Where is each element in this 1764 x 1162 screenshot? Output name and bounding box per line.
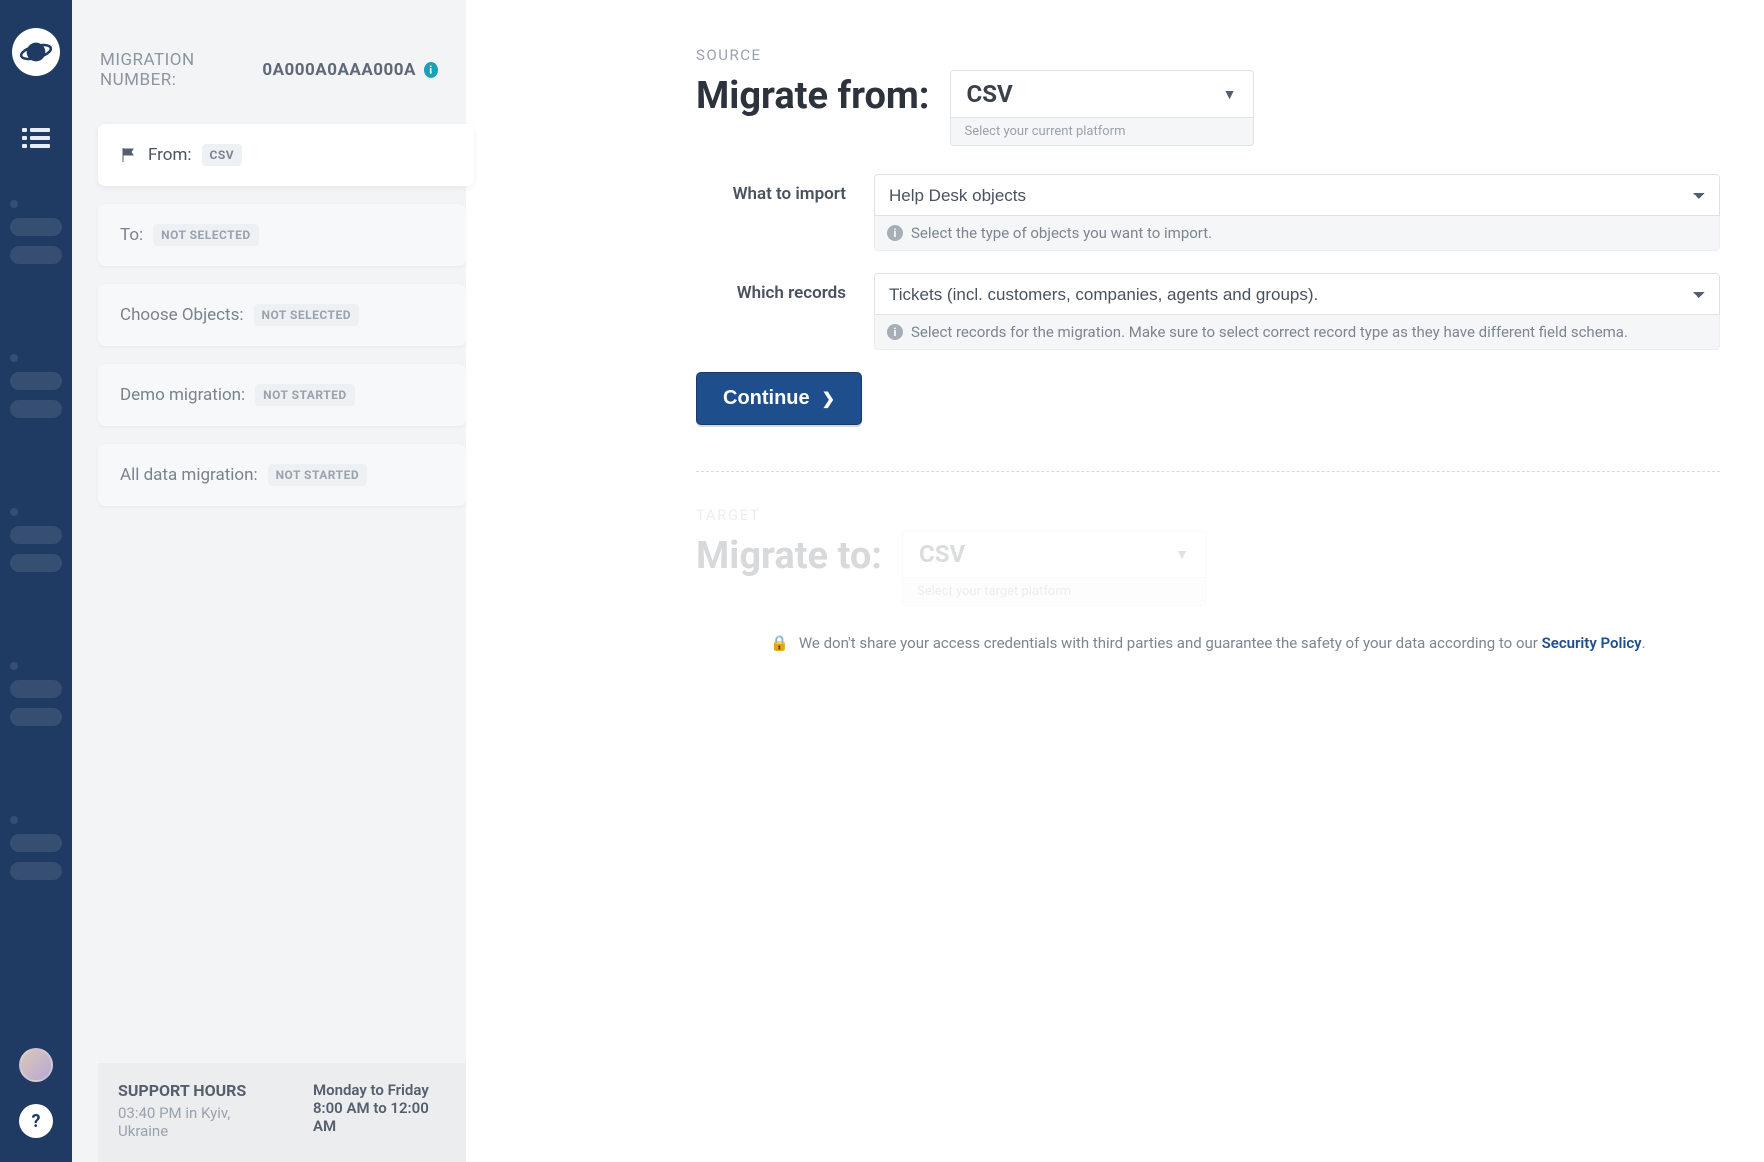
platform-dropdown[interactable]: CSV ▼ [950,70,1254,118]
platform-hint: Select your current platform [950,118,1254,146]
step-to[interactable]: To: NOT SELECTED [98,204,466,266]
step-label: All data migration: [120,465,258,485]
migrate-from-label: Migrate from: [696,70,930,118]
info-icon[interactable]: i [424,62,438,78]
hint-text: Select the type of objects you want to i… [911,224,1212,242]
source-eyebrow: SOURCE [696,46,1720,64]
support-hours-range: 8:00 AM to 12:00 AM [313,1099,446,1135]
logo[interactable] [12,28,60,76]
step-badge: NOT STARTED [255,384,355,406]
step-badge: CSV [202,144,243,166]
nav-rail: ? [0,0,72,1162]
platform-value: CSV [919,540,965,568]
step-choose-objects[interactable]: Choose Objects: NOT SELECTED [98,284,466,346]
migrate-to-label: Migrate to: [696,530,882,578]
continue-label: Continue [723,387,810,410]
step-badge: NOT SELECTED [254,304,360,326]
caret-down-icon: ▼ [1175,546,1189,563]
info-icon: i [887,324,903,340]
help-button[interactable]: ? [19,1104,53,1138]
what-to-import-label: What to import [696,174,846,204]
user-avatar[interactable] [19,1048,53,1082]
support-time: 03:40 PM in Kyiv, Ukraine [118,1104,273,1140]
which-records-label: Which records [696,273,846,303]
target-section: TARGET Migrate to: CSV ▼ Select your tar… [696,506,1720,606]
rail-skeleton [10,200,62,880]
what-to-import-select[interactable]: Help Desk objects [874,174,1720,216]
info-icon: i [887,225,903,241]
platform-value: CSV [967,80,1013,108]
continue-button[interactable]: Continue ❯ [696,372,862,425]
security-text-suffix: . [1642,634,1646,652]
target-platform-select: CSV ▼ Select your target platform [902,530,1206,606]
list-icon[interactable] [18,120,54,156]
steps-sidebar: MIGRATION NUMBER: 0A000A0AAA000A i From:… [72,0,466,1162]
platform-hint: Select your target platform [902,578,1206,606]
section-divider [696,471,1720,472]
planet-icon [19,35,53,69]
support-days: Monday to Friday [313,1081,446,1099]
security-policy-link[interactable]: Security Policy [1542,634,1642,652]
platform-dropdown: CSV ▼ [902,530,1206,578]
caret-down-icon: ▼ [1223,86,1237,103]
which-records-hint: i Select records for the migration. Make… [874,315,1720,350]
migration-number: MIGRATION NUMBER: 0A000A0AAA000A i [72,0,466,118]
main-content: SOURCE Migrate from: CSV ▼ Select your c… [466,0,1764,1162]
which-records-select[interactable]: Tickets (incl. customers, companies, age… [874,273,1720,315]
source-platform-select[interactable]: CSV ▼ Select your current platform [950,70,1254,146]
step-label: From: [148,145,192,165]
lock-icon: 🔒 [770,634,789,652]
step-label: Demo migration: [120,385,245,405]
migration-number-label: MIGRATION NUMBER: [100,50,254,90]
support-hours: SUPPORT HOURS 03:40 PM in Kyiv, Ukraine … [98,1063,466,1162]
security-note: 🔒 We don't share your access credentials… [696,634,1720,652]
hint-text: Select records for the migration. Make s… [911,323,1628,341]
step-label: To: [120,225,143,245]
step-all-data-migration[interactable]: All data migration: NOT STARTED [98,444,466,506]
migration-number-value: 0A000A0AAA000A [262,60,416,80]
step-badge: NOT STARTED [268,464,368,486]
step-demo-migration[interactable]: Demo migration: NOT STARTED [98,364,466,426]
step-badge: NOT SELECTED [153,224,259,246]
flag-icon [120,146,138,164]
step-from[interactable]: From: CSV [98,124,474,186]
step-label: Choose Objects: [120,305,244,325]
support-title: SUPPORT HOURS [118,1081,273,1100]
what-to-import-hint: i Select the type of objects you want to… [874,216,1720,251]
target-eyebrow: TARGET [696,506,1720,524]
chevron-right-icon: ❯ [822,389,835,409]
security-text-prefix: We don't share your access credentials w… [799,634,1542,652]
